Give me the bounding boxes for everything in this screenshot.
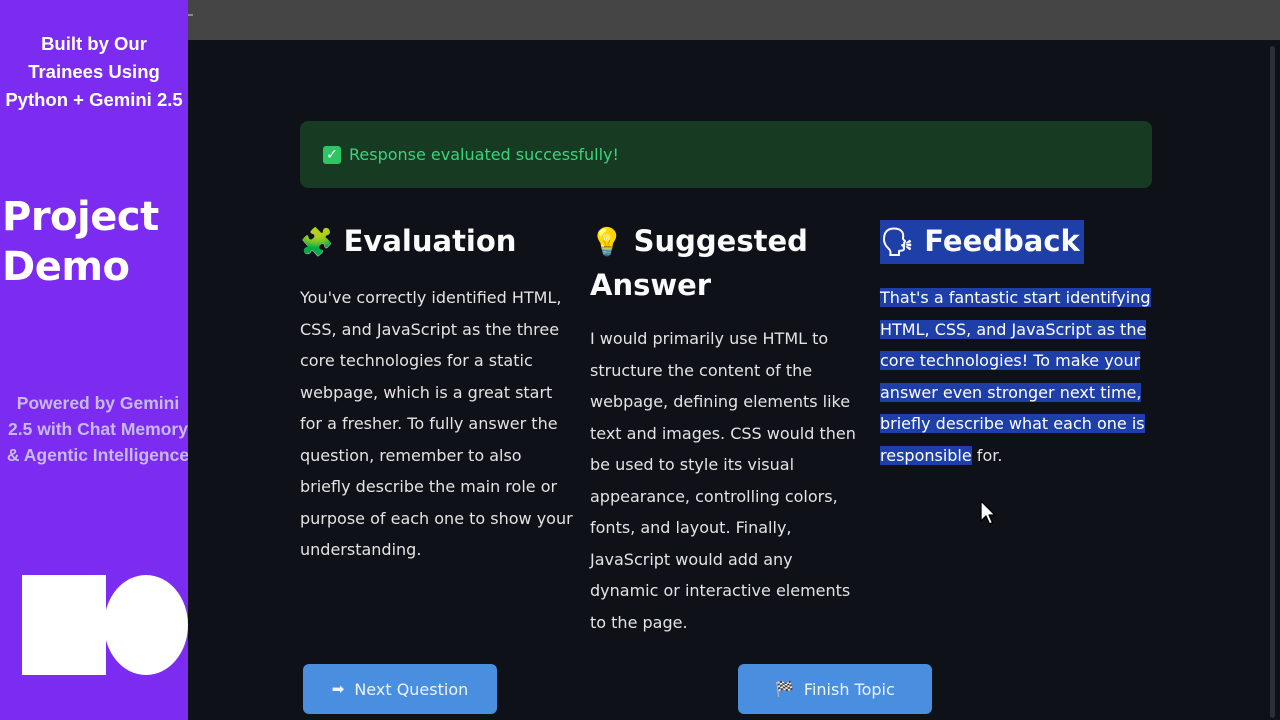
screen: Built by Our Trainees Using Python + Gem…: [0, 0, 1280, 720]
evaluation-column: 🧩 Evaluation You've correctly identified …: [300, 220, 575, 566]
suggested-answer-heading: 💡 Suggested Answer: [590, 220, 860, 306]
lightbulb-icon: 💡: [590, 227, 624, 258]
check-icon: ✓: [323, 145, 341, 164]
promo-panel: Built by Our Trainees Using Python + Gem…: [0, 0, 188, 720]
next-question-label: Next Question: [354, 679, 469, 699]
page-scrollbar[interactable]: [1266, 40, 1280, 720]
finish-topic-label: Finish Topic: [803, 679, 895, 699]
feedback-column: 🗣 Feedback That's a fantastic start ident…: [880, 220, 1155, 471]
header-marker: [188, 14, 193, 16]
arrow-right-icon: ➡: [331, 680, 345, 698]
logo-icon: [22, 575, 188, 675]
promo-built-by-text: Built by Our Trainees Using Python + Gem…: [5, 33, 183, 110]
speaking-head-icon: 🗣: [880, 227, 915, 258]
puzzle-icon: 🧩: [300, 227, 334, 258]
evaluation-text: You've correctly identified HTML, CSS, a…: [300, 288, 573, 559]
suggested-answer-text: I would primarily use HTML to structure …: [590, 329, 856, 632]
checkered-flag-icon: 🏁: [775, 680, 794, 698]
next-question-button[interactable]: ➡ Next Question: [303, 664, 497, 714]
evaluation-heading: 🧩 Evaluation: [300, 220, 516, 264]
app-header-bar: [188, 0, 1280, 40]
feedback-heading: 🗣 Feedback: [880, 220, 1084, 264]
mouse-cursor-icon: [980, 500, 996, 525]
feedback-title: Feedback: [924, 224, 1080, 258]
promo-powered-text: Powered by Gemini 2.5 with Chat Memory &…: [6, 393, 188, 465]
feedback-text-unselected: for.: [971, 445, 1003, 465]
success-alert-text: Response evaluated successfully!: [349, 145, 619, 164]
scrollbar-thumb[interactable]: [1270, 46, 1275, 718]
finish-topic-button[interactable]: 🏁 Finish Topic: [738, 664, 932, 714]
suggested-answer-column: 💡 Suggested Answer I would primarily use …: [590, 220, 860, 638]
evaluation-title: Evaluation: [343, 224, 517, 258]
feedback-text-selected: That's a fantastic start identifying HTM…: [880, 288, 1151, 465]
feedback-text: That's a fantastic start identifying HTM…: [880, 282, 1155, 471]
success-alert: ✓ Response evaluated successfully!: [300, 121, 1152, 188]
promo-title: Project Demo: [2, 194, 159, 290]
